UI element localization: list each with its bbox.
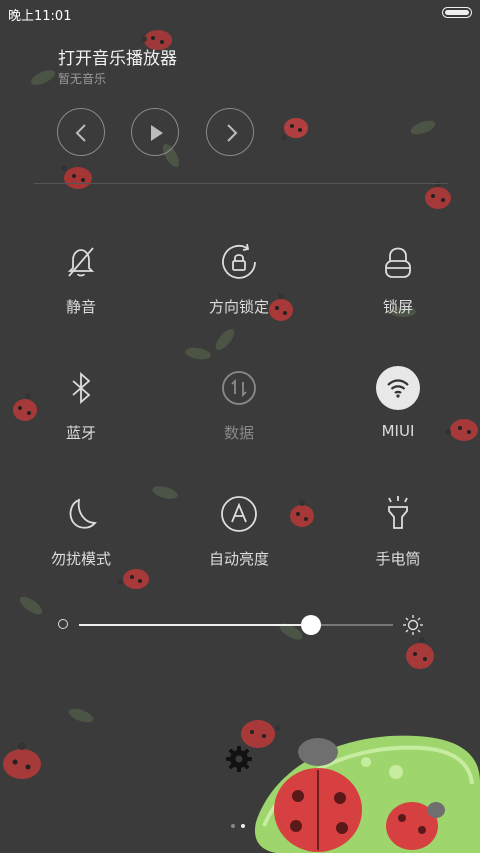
toggle-label: 自动亮度 bbox=[208, 550, 269, 568]
toggle-label: 锁屏 bbox=[382, 298, 413, 316]
toggle-label: 蓝牙 bbox=[65, 424, 96, 442]
page-indicator bbox=[231, 813, 251, 832]
brightness-low-icon bbox=[58, 619, 68, 629]
brightness-fill bbox=[79, 624, 312, 626]
music-subtitle: 暂无音乐 bbox=[58, 72, 107, 86]
wifi-icon bbox=[376, 366, 420, 410]
rotation-lock-icon bbox=[222, 243, 256, 279]
toggle-label: MIUI bbox=[381, 422, 415, 440]
page-dot-active bbox=[241, 824, 245, 828]
moon-icon bbox=[69, 498, 97, 529]
toggle-label: 数据 bbox=[223, 424, 254, 442]
brightness-slider[interactable] bbox=[56, 610, 428, 640]
toggle-lock-screen[interactable]: 锁屏 bbox=[343, 240, 453, 330]
previous-button[interactable] bbox=[57, 108, 105, 156]
toggle-rotation-lock[interactable]: 方向锁定 bbox=[184, 240, 294, 330]
play-button[interactable] bbox=[131, 108, 179, 156]
battery-icon bbox=[442, 7, 472, 18]
toggle-flashlight[interactable]: 手电筒 bbox=[343, 492, 453, 582]
toggle-bluetooth[interactable]: 蓝牙 bbox=[26, 366, 136, 456]
play-icon bbox=[151, 125, 163, 141]
toggle-do-not-disturb[interactable]: 勿扰模式 bbox=[26, 492, 136, 582]
page-dot bbox=[231, 824, 235, 828]
brightness-track[interactable] bbox=[79, 615, 393, 635]
toggle-auto-brightness[interactable]: 自动亮度 bbox=[184, 492, 294, 582]
chevron-left-icon bbox=[75, 124, 86, 142]
next-button[interactable] bbox=[206, 108, 254, 156]
toggle-label: 勿扰模式 bbox=[50, 550, 111, 568]
status-bar: 晚上11:01 bbox=[0, 0, 480, 26]
bluetooth-icon bbox=[72, 372, 91, 404]
divider bbox=[34, 183, 448, 184]
toggle-label: 方向锁定 bbox=[208, 298, 269, 316]
toggle-label: 手电筒 bbox=[375, 550, 421, 568]
flashlight-icon bbox=[388, 496, 408, 529]
toggle-mobile-data[interactable]: 数据 bbox=[184, 366, 294, 456]
mobile-data-icon bbox=[222, 371, 256, 405]
auto-brightness-icon bbox=[221, 496, 257, 532]
status-time: 晚上11:01 bbox=[8, 9, 72, 24]
music-title[interactable]: 打开音乐播放器 bbox=[58, 44, 177, 69]
settings-gear-icon[interactable] bbox=[224, 744, 254, 774]
lock-icon bbox=[385, 247, 411, 278]
bell-off-icon bbox=[67, 247, 95, 277]
toggle-wifi[interactable]: MIUI bbox=[343, 366, 453, 456]
chevron-right-icon bbox=[227, 124, 238, 142]
toggle-mute[interactable]: 静音 bbox=[26, 240, 136, 330]
brightness-high-icon bbox=[403, 615, 423, 635]
brightness-thumb[interactable] bbox=[301, 615, 322, 635]
toggle-label: 静音 bbox=[65, 298, 96, 316]
